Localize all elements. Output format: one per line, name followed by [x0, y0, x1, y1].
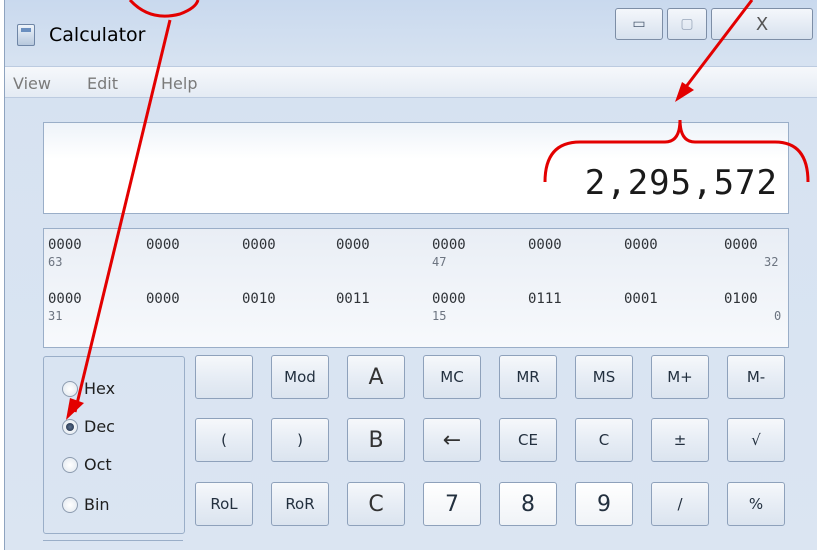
- bit-position: 47: [432, 255, 447, 269]
- memory-add-key[interactable]: M+: [651, 355, 709, 399]
- close-paren-key[interactable]: ): [271, 418, 329, 462]
- bit-nibble: 0000: [528, 237, 562, 253]
- digit-7-key[interactable]: 7: [423, 482, 481, 526]
- radio-label: Oct: [84, 455, 112, 474]
- digit-8-key[interactable]: 8: [499, 482, 557, 526]
- bit-nibble: 0011: [336, 291, 370, 307]
- bit-position: 63: [48, 255, 63, 269]
- bit-nibble: 0100: [724, 291, 758, 307]
- blank-key[interactable]: [195, 355, 253, 399]
- minimize-button[interactable]: ▭: [615, 8, 663, 40]
- rotate-right-key[interactable]: RoR: [271, 482, 329, 526]
- radio-bin[interactable]: Bin: [62, 495, 110, 514]
- bit-nibble: 0000: [336, 237, 370, 253]
- memory-recall-key[interactable]: MR: [499, 355, 557, 399]
- bit-nibble: 0000: [432, 291, 466, 307]
- bit-nibble: 0000: [146, 291, 180, 307]
- calculator-icon: [17, 24, 35, 46]
- digit-9-key[interactable]: 9: [575, 482, 633, 526]
- divide-key[interactable]: /: [651, 482, 709, 526]
- bit-nibble: 0001: [624, 291, 658, 307]
- radio-label: Bin: [84, 495, 110, 514]
- panel-divider: [43, 540, 183, 551]
- radio-hex[interactable]: Hex: [62, 379, 115, 398]
- bit-nibble: 0000: [48, 237, 82, 253]
- hex-b-key[interactable]: B: [347, 418, 405, 462]
- caption-buttons: ▭ ▢ X: [615, 8, 815, 42]
- bit-nibble: 0000: [146, 237, 180, 253]
- memory-store-key[interactable]: MS: [575, 355, 633, 399]
- radio-circle-icon[interactable]: [62, 380, 78, 397]
- bit-nibble: 0111: [528, 291, 562, 307]
- title-bar: Calculator ▭ ▢ X: [5, 0, 817, 62]
- clear-key[interactable]: C: [575, 418, 633, 462]
- memory-subtract-key[interactable]: M-: [727, 355, 785, 399]
- backspace-key[interactable]: ←: [423, 418, 481, 462]
- result-display: 2,295,572: [43, 122, 789, 214]
- radix-group: Hex Dec Oct Bin: [43, 356, 185, 534]
- menu-bar: View Edit Help: [5, 66, 817, 98]
- bit-position: 32: [764, 255, 779, 269]
- bit-position: 15: [432, 309, 447, 323]
- hex-a-key[interactable]: A: [347, 355, 405, 399]
- bit-nibble: 0000: [624, 237, 658, 253]
- rotate-left-key[interactable]: RoL: [195, 482, 253, 526]
- maximize-button[interactable]: ▢: [667, 8, 707, 40]
- radio-dec[interactable]: Dec: [62, 417, 115, 436]
- memory-clear-key[interactable]: MC: [423, 355, 481, 399]
- bit-nibble: 0010: [242, 291, 276, 307]
- sqrt-key[interactable]: √: [727, 418, 785, 462]
- radio-label: Hex: [84, 379, 116, 398]
- bit-position: 31: [48, 309, 63, 323]
- open-paren-key[interactable]: (: [195, 418, 253, 462]
- clear-entry-key[interactable]: CE: [499, 418, 557, 462]
- menu-edit[interactable]: Edit: [87, 74, 118, 93]
- radio-circle-icon[interactable]: [62, 456, 78, 473]
- menu-help[interactable]: Help: [161, 74, 197, 93]
- negate-key[interactable]: ±: [651, 418, 709, 462]
- bit-nibble: 0000: [432, 237, 466, 253]
- window-title: Calculator: [49, 24, 146, 46]
- bit-position: 0: [774, 309, 782, 323]
- radio-label: Dec: [84, 417, 115, 436]
- hex-c-key[interactable]: C: [347, 482, 405, 526]
- radio-circle-icon[interactable]: [62, 496, 78, 513]
- bit-nibble: 0000: [724, 237, 758, 253]
- bit-display: 0000 0000 0000 0000 0000 0000 0000 0000 …: [43, 228, 789, 348]
- close-button[interactable]: X: [711, 8, 813, 40]
- display-value: 2,295,572: [584, 163, 778, 203]
- radio-checked-icon[interactable]: [62, 418, 78, 435]
- menu-view[interactable]: View: [13, 74, 51, 93]
- radio-oct[interactable]: Oct: [62, 455, 112, 474]
- mod-key[interactable]: Mod: [271, 355, 329, 399]
- calculator-window: Calculator ▭ ▢ X View Edit Help 2,295,57…: [4, 0, 817, 550]
- bit-nibble: 0000: [242, 237, 276, 253]
- bit-nibble: 0000: [48, 291, 82, 307]
- percent-key[interactable]: %: [727, 482, 785, 526]
